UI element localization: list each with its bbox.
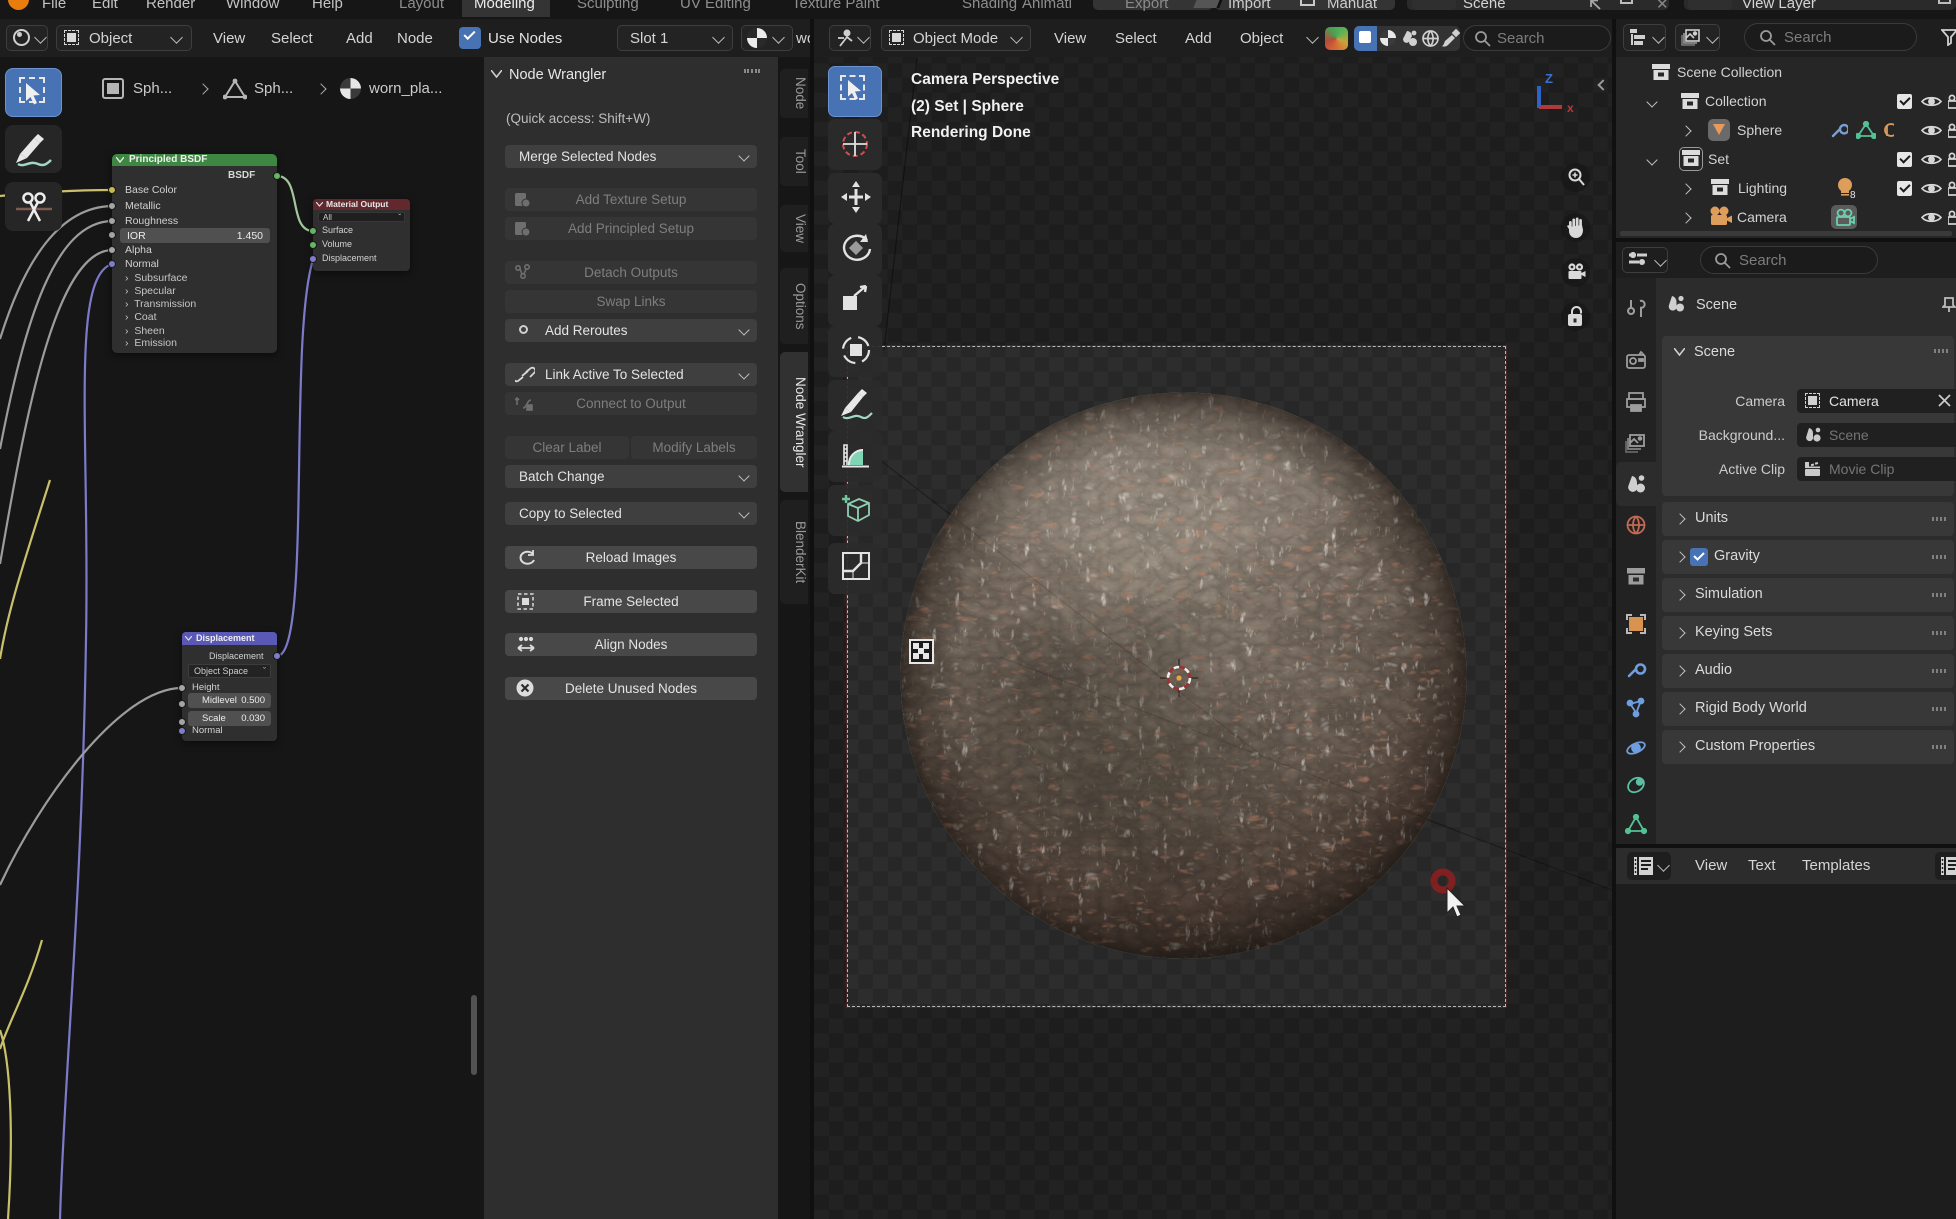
svg-text:Z: Z [1545,71,1553,86]
svg-text:x: x [1567,101,1574,115]
svg-text:8: 8 [1850,190,1856,199]
